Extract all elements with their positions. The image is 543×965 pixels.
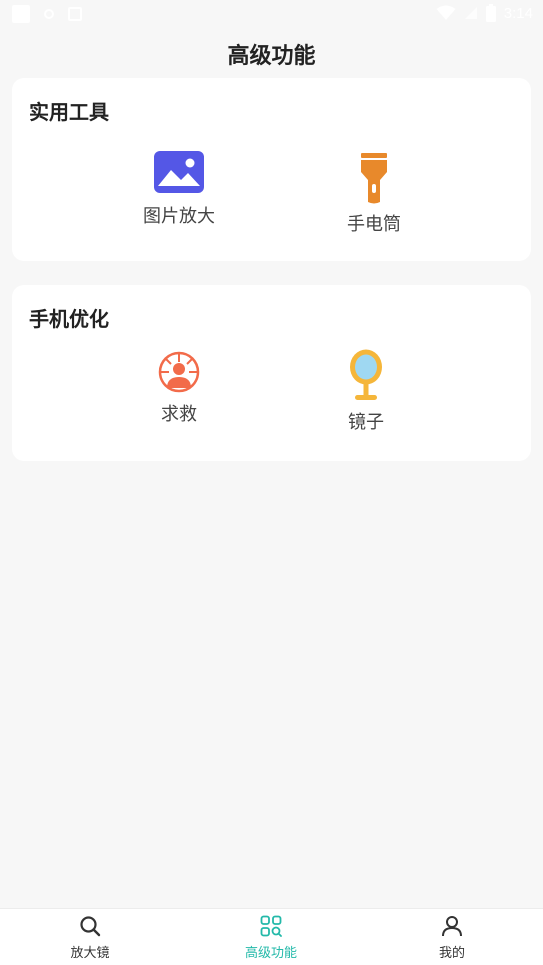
tool-label: 镜子 [348, 412, 384, 433]
tool-mirror[interactable]: 镜子 [306, 348, 426, 434]
nav-label: 高级功能 [244, 946, 297, 961]
nav-label: 放大镜 [70, 946, 110, 961]
notification-icon [12, 5, 30, 23]
tool-flashlight[interactable]: 手电筒 [314, 150, 434, 236]
image-icon [154, 151, 204, 193]
settings-icon [44, 9, 54, 19]
tool-label: 图片放大 [143, 206, 215, 227]
status-bar: 3:14 [0, 0, 543, 30]
tool-label: 求救 [161, 404, 197, 425]
wifi-icon [436, 5, 456, 20]
tool-image-enlarge[interactable]: 图片放大 [119, 150, 239, 228]
app-screen: 3:14 高级功能 实用工具 图片放大 手电筒 手机优化 求救 镜子 放大镜 高… [0, 0, 543, 965]
page-title: 高级功能 [227, 44, 316, 69]
mirror-icon [350, 349, 382, 400]
grid-icon [260, 915, 282, 937]
section-card-utilities: 实用工具 图片放大 手电筒 [12, 78, 531, 261]
section-card-optimize: 手机优化 求救 镜子 [12, 285, 531, 461]
nav-item-advanced[interactable]: 高级功能 [226, 915, 316, 961]
search-icon [80, 916, 101, 937]
signal-icon [464, 7, 477, 19]
status-icons-right: 3:14 [436, 4, 533, 22]
user-icon [442, 916, 462, 937]
bottom-nav: 放大镜 高级功能 我的 [0, 908, 543, 965]
status-time: 3:14 [503, 4, 533, 22]
nav-label: 我的 [438, 946, 465, 961]
nav-item-mine[interactable]: 我的 [407, 915, 497, 961]
tool-label: 手电筒 [347, 214, 401, 235]
section-title: 手机优化 [29, 307, 109, 331]
nav-item-magnifier[interactable]: 放大镜 [45, 915, 135, 961]
section-title: 实用工具 [29, 100, 109, 124]
flashlight-icon [361, 153, 387, 204]
status-icons-left [12, 5, 82, 23]
app-notification-icon [68, 7, 82, 21]
battery-icon [485, 4, 496, 22]
tool-sos[interactable]: 求救 [119, 350, 239, 426]
sos-icon [158, 351, 200, 393]
